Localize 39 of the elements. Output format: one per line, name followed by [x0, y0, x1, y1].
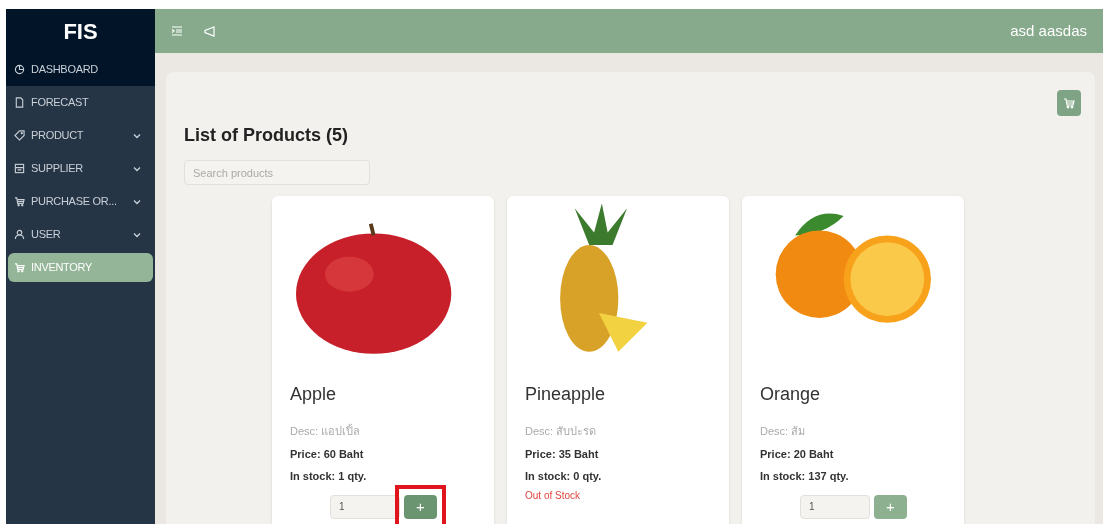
chevron-down-icon [133, 198, 141, 205]
cart-icon [14, 196, 25, 207]
product-description: Desc: แอปเปิ้ล [290, 423, 362, 439]
chevron-down-icon [133, 165, 141, 172]
stock-count: In stock: 137 qty. [760, 469, 850, 484]
chevron-down-icon [133, 132, 141, 139]
store-icon [14, 163, 25, 174]
tag-icon [14, 130, 25, 141]
product-name: Orange [760, 383, 822, 406]
nav-item[interactable]: DASHBOARD [6, 53, 155, 86]
product-description: Desc: ส้ม [760, 424, 807, 439]
cart-button[interactable] [1057, 90, 1081, 116]
out-of-stock-label: Out of Stock [525, 488, 582, 503]
product-name: Apple [290, 383, 338, 406]
megaphone-icon[interactable] [203, 25, 215, 37]
nav-item[interactable]: USER [6, 218, 155, 251]
stock-count: In stock: 0 qty. [525, 469, 603, 484]
menu-icon[interactable] [171, 26, 183, 36]
quantity-field[interactable]: 1 [330, 494, 400, 519]
product-price: Price: 60 Baht [290, 446, 365, 462]
page-title: List of Products (5) [184, 124, 349, 147]
logo-text: FIS [62, 17, 99, 46]
search-field[interactable]: Search products [184, 160, 370, 185]
cart-icon [1063, 97, 1075, 109]
chevron-down-icon [133, 231, 141, 238]
product-price: Price: 35 Baht [525, 446, 600, 462]
nav-item[interactable]: PRODUCT [6, 119, 155, 152]
user-icon [14, 229, 25, 240]
cart-icon [14, 262, 25, 273]
product-price: Price: 20 Baht [760, 446, 835, 462]
nav-item[interactable]: SUPPLIER [6, 152, 155, 185]
pie-chart-icon [14, 64, 25, 75]
nav-item[interactable]: FORECAST [6, 86, 155, 119]
quantity-field[interactable]: 1 [800, 494, 870, 519]
product-description: Desc: สับปะรด [525, 424, 598, 439]
product-name: Pineapple [525, 383, 607, 406]
nav-item[interactable]: PURCHASE OR... [6, 185, 155, 218]
stock-count: In stock: 1 qty. [290, 469, 368, 484]
document-icon [14, 97, 25, 108]
